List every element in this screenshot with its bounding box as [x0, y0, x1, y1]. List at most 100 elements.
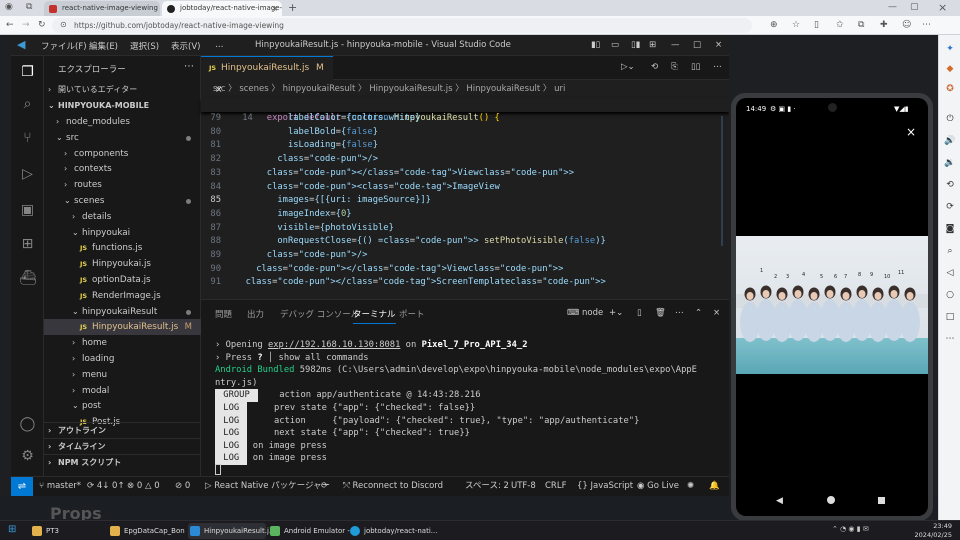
project-section[interactable]: ⌄ HINPYOUKA-MOBILE — [44, 98, 201, 114]
editor-more-icon[interactable]: ⋯ — [713, 62, 722, 72]
run-dropdown-icon[interactable]: ▷⌄ — [621, 62, 635, 72]
remote-explorer-icon[interactable]: ▣ — [19, 202, 36, 219]
tree-folder[interactable]: › loading — [44, 351, 201, 367]
run-debug-icon[interactable]: ▷ — [19, 166, 36, 183]
maximize-panel-icon[interactable]: ⌃ — [695, 308, 702, 318]
code-line[interactable]: 84 class="code-pun"><class="code-tag">Im… — [201, 181, 729, 195]
split-terminal-icon[interactable]: ▯ — [637, 308, 642, 318]
close-tab-icon[interactable]: × — [271, 1, 278, 16]
explorer-icon[interactable]: ❐ — [19, 64, 36, 81]
breadcrumb[interactable]: src 〉 scenes 〉 hinpyoukaiResult 〉 Hinpyo… — [201, 81, 729, 97]
tree-folder[interactable]: ⌄ hinpyoukaiResult — [44, 304, 201, 320]
rotate-right-icon[interactable]: ⟳ — [944, 201, 956, 213]
manage-gear-icon[interactable]: ⚙ — [19, 448, 36, 465]
react-native-status[interactable]: ▷ React Native パッケージャー — [205, 477, 330, 496]
camera-icon[interactable]: ◙ — [944, 223, 956, 235]
branch-indicator[interactable]: ⑂ master* — [39, 477, 81, 496]
home-icon-emu[interactable]: ○ — [944, 289, 956, 301]
split-editor-icon[interactable]: ▯▯ — [691, 62, 700, 72]
panel-tab-terminal[interactable]: ターミナル — [353, 308, 396, 324]
code-line[interactable]: 81 isLoading={false} — [201, 139, 729, 153]
eol-status[interactable]: CRLF — [545, 477, 566, 496]
tree-folder[interactable]: › routes — [44, 177, 201, 193]
tree-file[interactable]: JS HinpyoukaiResult.js M — [44, 319, 201, 336]
editor-scrollbar[interactable] — [721, 116, 723, 246]
code-line[interactable]: 85 images={[{uri: imageSource}]} — [201, 194, 729, 208]
more-icon[interactable]: ⋯ — [922, 21, 931, 30]
code-line[interactable]: 91 class="code-pun"></class="code-tag">S… — [201, 276, 729, 290]
code-line[interactable]: 80 labelBold={false} — [201, 126, 729, 140]
source-control-icon[interactable]: ⑂ — [19, 130, 36, 147]
language-status[interactable]: {} JavaScript — [577, 477, 633, 496]
open-changes-icon[interactable]: ⎘ — [671, 62, 678, 72]
power-icon[interactable]: ⏻ — [944, 113, 956, 125]
tray-icons[interactable]: ⌃ ◔ ◉ ▮ ✉ — [832, 526, 869, 533]
tree-folder[interactable]: › components — [44, 146, 201, 162]
open-editors-section[interactable]: › 開いているエディター — [44, 82, 201, 98]
back-icon[interactable]: ← — [6, 21, 14, 30]
nav-back-icon[interactable]: ◀ — [776, 496, 783, 506]
panel-more-icon[interactable]: ⋯ — [675, 308, 684, 318]
timeline-history-icon[interactable]: ⟲ — [651, 62, 658, 72]
toggle-sidebar-icon[interactable]: ▮▯ — [591, 40, 600, 50]
extensions-icon[interactable]: ✚ — [880, 21, 888, 30]
search-icon[interactable]: ⌕ — [19, 96, 36, 113]
timeline-section[interactable]: › タイムライン — [44, 438, 201, 454]
tree-file[interactable]: JS Hinpyoukai.js — [44, 256, 201, 272]
tab-actions-icon[interactable]: ⧉ — [26, 3, 32, 12]
tree-file[interactable]: JS functions.js — [44, 240, 201, 256]
maximize-icon[interactable]: ▢ — [910, 3, 919, 12]
copilot-status-icon[interactable]: ✺ — [687, 477, 694, 496]
editor-tab-hinpyoukairesult[interactable]: JS HinpyoukaiResult.js M × — [201, 56, 333, 95]
browser-tab-1[interactable]: react-native-image-viewing - np — [44, 1, 160, 16]
panel-tab-ports[interactable]: ポート — [399, 308, 425, 320]
code-line[interactable]: 89 class="code-pun">/> — [201, 249, 729, 263]
nav-overview-icon[interactable] — [878, 497, 885, 504]
kill-terminal-icon[interactable]: 🗑 — [655, 308, 666, 318]
shopping-icon[interactable]: ◆ — [944, 63, 956, 75]
extensions-icon-vs[interactable]: ⊞ — [19, 236, 36, 253]
code-line[interactable]: 82 class="code-pun">/> — [201, 153, 729, 167]
discord-status[interactable]: ⤲ Reconnect to Discord — [343, 477, 443, 496]
tree-folder[interactable]: › modal — [44, 383, 201, 399]
code-line[interactable]: 83 class="code-pun"></class="code-tag">V… — [201, 167, 729, 181]
panel-tab-output[interactable]: 出力 — [247, 308, 264, 320]
taskbar-item-epg[interactable]: EpgDataCap_Bon — [108, 523, 186, 539]
split-icon[interactable]: ▯ — [814, 21, 819, 30]
toggle-secondary-icon[interactable]: ▯▮ — [631, 40, 640, 50]
toggle-panel-icon[interactable]: ▭ — [611, 40, 619, 50]
back-icon-emu[interactable]: ◁ — [944, 267, 956, 279]
terminal-selector[interactable]: ⌨ node — [567, 308, 603, 318]
indentation-status[interactable]: スペース: 2 — [465, 477, 509, 496]
forward-icon[interactable]: → — [22, 21, 30, 30]
remote-indicator-icon[interactable]: ⇌ — [11, 477, 33, 496]
zoom-icon-emu[interactable]: ⌕ — [944, 245, 956, 257]
volume-up-icon[interactable]: 🔊 — [944, 135, 956, 147]
new-tab-button[interactable]: + — [288, 2, 297, 13]
profile-icon[interactable]: ◉ — [5, 3, 13, 12]
profile-icon-2[interactable]: ☺ — [902, 21, 911, 30]
browser-tab-2[interactable]: jobtoday/react-native-image-vie × — [162, 1, 282, 16]
taskbar-item-pt3[interactable]: PT3 — [30, 523, 86, 539]
explorer-more-icon[interactable]: ⋯ — [184, 61, 194, 72]
taskbar-item-vscode[interactable]: HinpyoukaiResult.j... — [188, 523, 276, 539]
new-terminal-icon[interactable]: +⌄ — [609, 308, 623, 318]
tree-folder[interactable]: ⌄ hinpyoukai — [44, 225, 201, 241]
address-bar[interactable]: ⊙ https://github.com/jobtoday/react-nati… — [52, 18, 752, 33]
overview-icon-emu[interactable]: □ — [944, 311, 956, 323]
phone-screen[interactable]: 14:49 ⚙ ▣ ▮ · ▼◢▮ × 1 2 3 4 5 6 7 8 9 10… — [736, 98, 928, 516]
zoom-icon[interactable]: ⊕ — [770, 21, 778, 30]
clock-time[interactable]: 23:49 — [900, 522, 952, 530]
vs-close-icon[interactable]: × — [715, 40, 722, 50]
tree-folder[interactable]: › details — [44, 209, 201, 225]
start-icon[interactable]: ⊞ — [8, 525, 16, 535]
taskbar-item-emulator[interactable]: Android Emulator -... — [268, 523, 357, 539]
close-window-icon[interactable]: × — [938, 2, 947, 13]
viewer-photo[interactable]: 1 2 3 4 5 6 7 8 9 10 11 — [736, 236, 928, 374]
problems-status[interactable]: ⊗ 0 △ 0 — [127, 477, 160, 496]
code-line[interactable]: 88 onRequestClose={() =class="code-pun">… — [201, 235, 729, 249]
customize-layout-icon[interactable]: ⊞ — [649, 40, 656, 50]
minimize-icon[interactable]: — — [888, 3, 897, 12]
menu-edit[interactable]: 編集(E) — [89, 40, 118, 52]
collections-icon[interactable]: ⧉ — [858, 21, 864, 30]
